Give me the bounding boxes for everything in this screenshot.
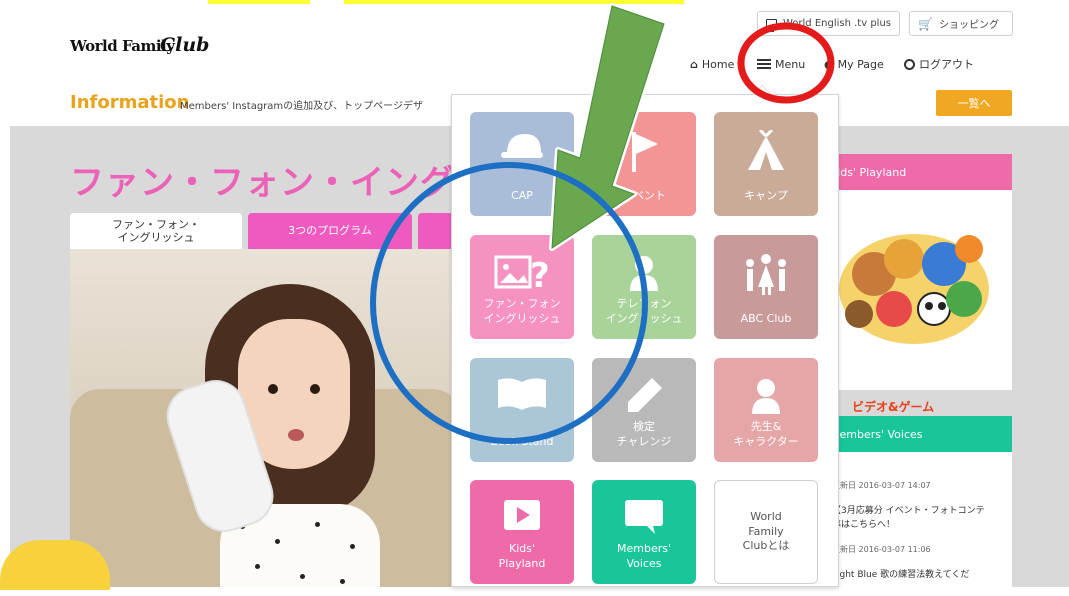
voice-text: 【3月応募分 イベント・フォトコンテ 募はこちらへ！ — [832, 506, 985, 530]
person-icon — [592, 253, 696, 293]
tab-label: 3つのプログラム — [288, 224, 372, 238]
kids-playland-banner[interactable]: ビデオ&ゲーム — [816, 190, 1012, 414]
logo-text-club: Club — [160, 34, 210, 56]
members-voices-title: Members' Voices — [830, 427, 923, 441]
menu-tile-label: Book Stand — [490, 435, 554, 449]
menu-tile-play[interactable]: Kids' Playland — [470, 480, 574, 584]
flag-icon — [592, 130, 696, 174]
menu-tile-cap[interactable]: CAP — [470, 112, 574, 216]
tv-icon — [766, 18, 777, 32]
nav-logout[interactable]: ログアウト — [904, 56, 974, 72]
logout-icon — [904, 58, 915, 70]
teacher-icon — [714, 376, 818, 416]
shopping-button[interactable]: 🛒 ショッピング — [909, 11, 1013, 36]
menu-tile-family[interactable]: ABC Club — [714, 235, 818, 339]
tv-plus-button[interactable]: World English .tv plus — [757, 11, 900, 36]
hamburger-icon — [757, 59, 771, 69]
tab-three-programs[interactable]: 3つのプログラム — [248, 213, 412, 249]
tab-label: ファン・フォン・ イングリッシュ — [112, 217, 200, 244]
home-icon: ⌂ — [690, 57, 698, 71]
video-game-label: ビデオ&ゲーム — [852, 400, 935, 414]
menu-tile-label: 検定 チャレンジ — [616, 420, 672, 449]
menu-tile-label: イベント — [622, 189, 666, 203]
menu-tile-label: キャンプ — [744, 189, 788, 203]
cap-icon — [470, 130, 574, 164]
list-button[interactable]: 一覧へ — [936, 90, 1012, 116]
nav-home[interactable]: ⌂ Home — [690, 56, 734, 72]
picture-question-icon: ? — [470, 253, 574, 293]
book-icon — [470, 376, 574, 412]
nav-mypage-label: My Page — [837, 57, 884, 71]
voice-date: 更新日 2016-03-07 14:07 — [832, 480, 931, 490]
nav-home-label: Home — [701, 57, 735, 71]
tab-fun-phone-english[interactable]: ファン・フォン・ イングリッシュ — [70, 213, 242, 249]
nav-menu[interactable]: Menu — [757, 56, 805, 72]
menu-tile-teacher[interactable]: 先生& キャラクター — [714, 358, 818, 462]
menu-tile-speech-bubble[interactable]: Members' Voices — [592, 480, 696, 584]
shopping-label: ショッピング — [938, 20, 999, 31]
user-icon: ● — [824, 57, 834, 71]
nav-menu-label: Menu — [775, 57, 806, 71]
tv-plus-label: World English .tv plus — [783, 18, 891, 29]
menu-tile-book[interactable]: Book Stand — [470, 358, 574, 462]
information-ticker[interactable]: Members' Instagramの追加及び、トップページデザ — [180, 97, 452, 112]
play-icon — [470, 498, 574, 532]
kids-playland-title: Kids' Playland — [830, 165, 907, 179]
menu-tile-about[interactable]: World Family Clubとは — [714, 480, 818, 584]
voice-text: Light Blue 歌の練習法教えてくだ — [832, 570, 970, 580]
voice-date: 更新日 2016-03-07 11:06 — [832, 544, 931, 554]
menu-tile-label: Kids' Playland — [498, 542, 546, 571]
information-heading: Information — [70, 92, 190, 113]
menu-tile-pencil[interactable]: 検定 チャレンジ — [592, 358, 696, 462]
flower-decoration — [0, 540, 110, 590]
world-family-club-logo[interactable]: World Family Club — [70, 34, 212, 58]
nav-logout-label: ログアウト — [919, 58, 974, 71]
highlight-bar — [344, 0, 684, 4]
characters-illustration — [839, 234, 989, 344]
nav-mypage[interactable]: ● My Page — [824, 56, 884, 72]
page-title: ファン・フォン・イングリ — [70, 163, 455, 203]
sidebar: Kids' Playland ビデオ&ゲーム — [816, 154, 1012, 414]
photo-eye — [310, 384, 320, 394]
menu-tile-label: テレフォン イングリッシュ — [605, 297, 683, 326]
menu-tile-label: CAP — [511, 189, 533, 203]
menu-tile-label: Members' Voices — [616, 542, 671, 571]
kids-playland-header[interactable]: Kids' Playland — [816, 154, 1012, 190]
menu-tile-label: ファン・フォン イングリッシュ — [483, 297, 561, 326]
menu-tile-label: ABC Club — [740, 312, 792, 326]
members-voices-panel: Members' Voices 更新日 2016-03-07 14:07 【3月… — [816, 416, 1012, 587]
photo-eye — [268, 384, 278, 394]
svg-text:?: ? — [530, 256, 550, 293]
menu-tile-label: World Family Clubとは — [742, 509, 790, 553]
hero-photo — [70, 249, 462, 587]
menu-tile-tent[interactable]: キャンプ — [714, 112, 818, 216]
cart-icon: 🛒 — [918, 16, 933, 31]
menu-tile-label: 先生& キャラクター — [733, 420, 799, 449]
logo-text-main: World Family — [70, 37, 175, 55]
menu-tile-person[interactable]: テレフォン イングリッシュ — [592, 235, 696, 339]
highlight-bar — [208, 0, 310, 4]
menu-tile-picture-question[interactable]: ? ファン・フォン イングリッシュ — [470, 235, 574, 339]
photo-mouth — [288, 429, 304, 441]
menu-tile-flag[interactable]: イベント — [592, 112, 696, 216]
pencil-icon — [592, 376, 696, 416]
members-voices-header[interactable]: Members' Voices — [816, 416, 1012, 452]
speech-bubble-icon — [592, 498, 696, 536]
family-icon — [714, 253, 818, 297]
voice-item[interactable]: 更新日 2016-03-07 11:06 Light Blue 歌の練習法教えて… — [832, 530, 1008, 596]
tent-icon — [714, 130, 818, 174]
